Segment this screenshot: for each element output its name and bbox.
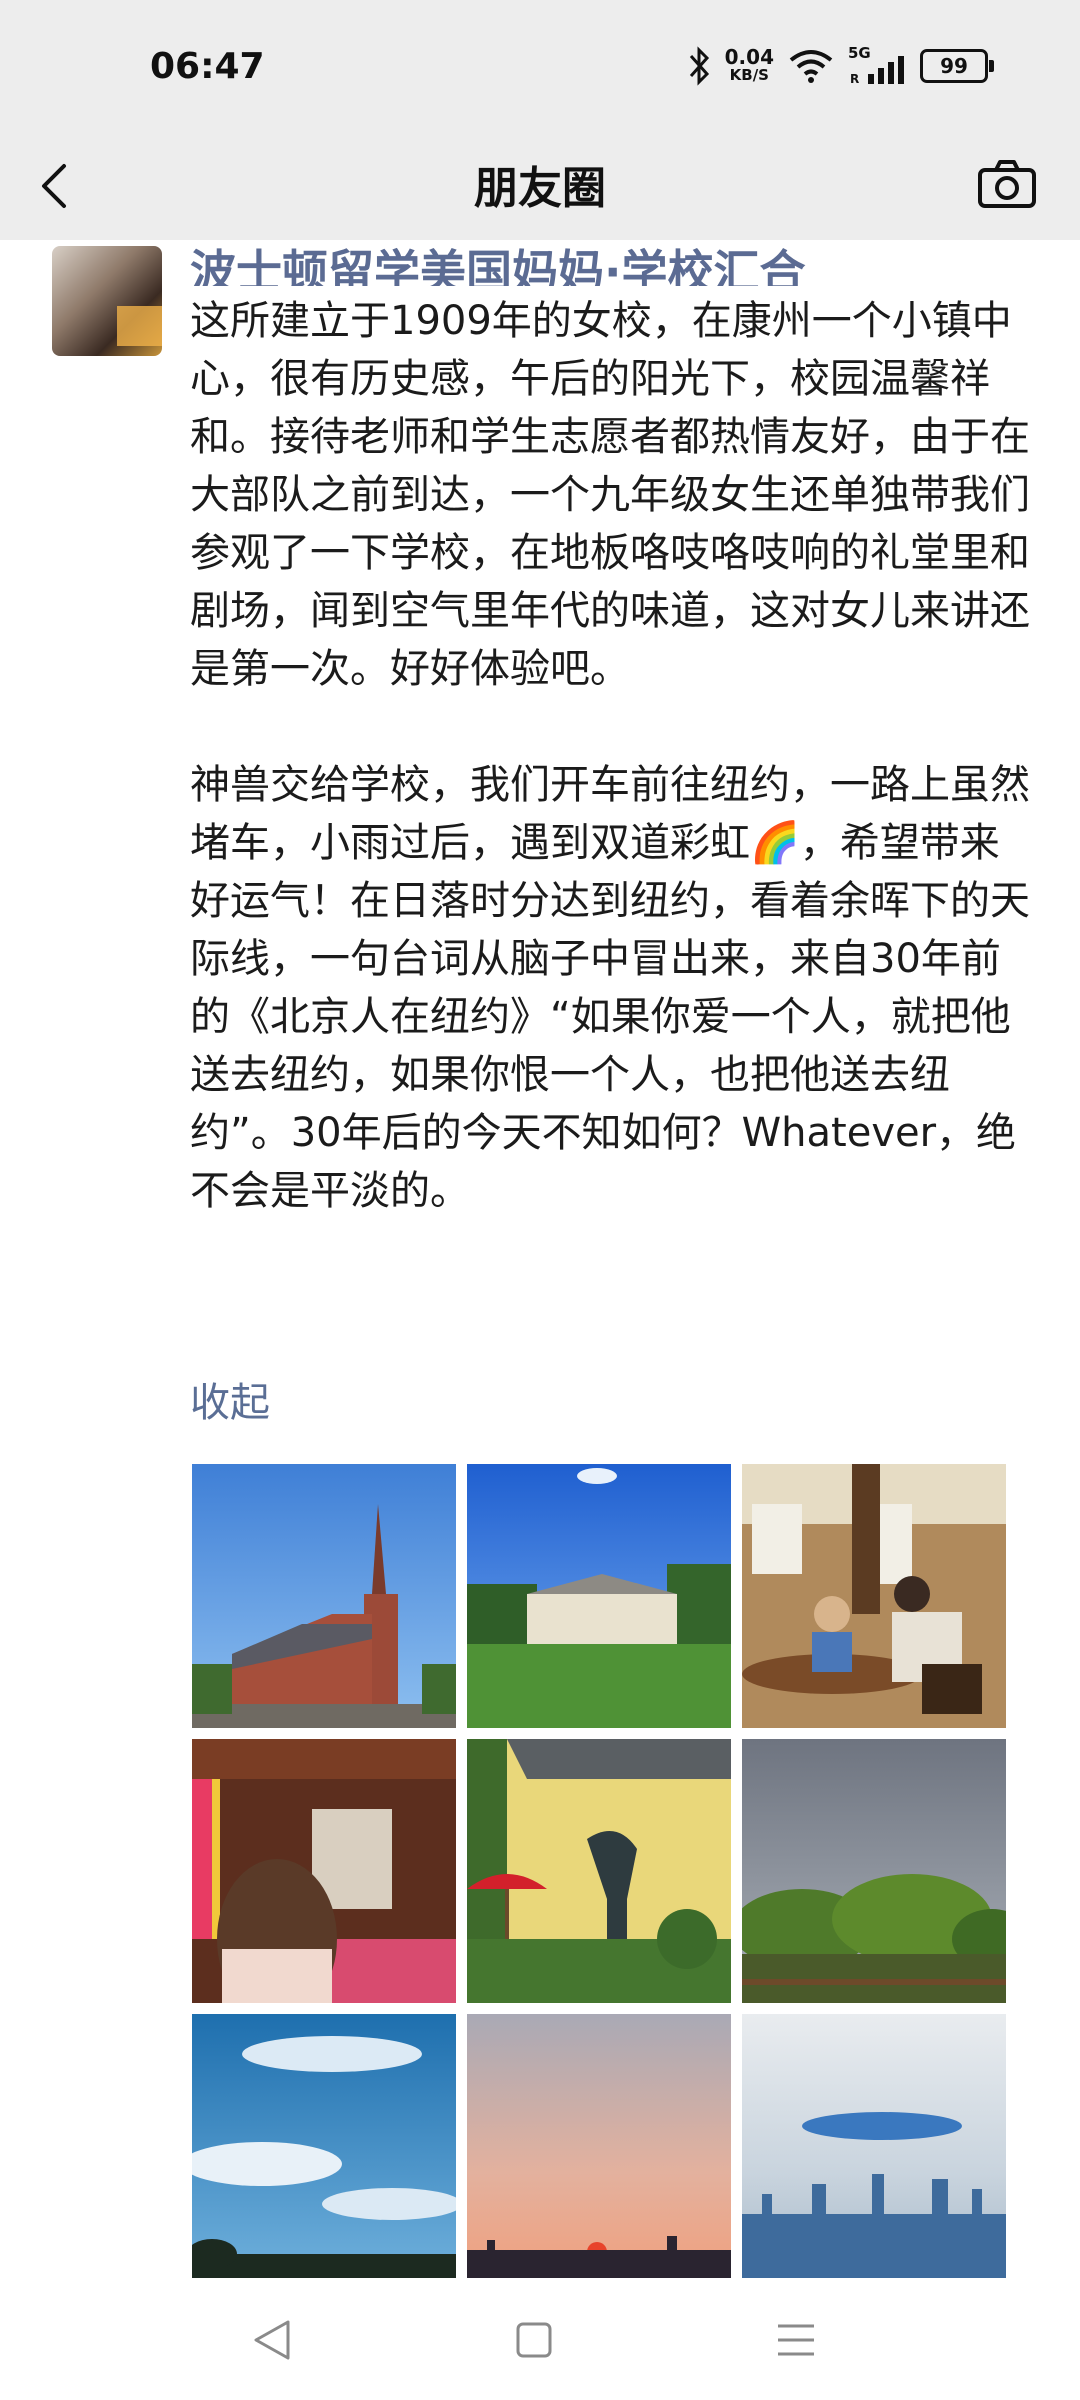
sky-clouds-photo <box>192 2014 456 2278</box>
photo-thumbnail[interactable] <box>742 1739 1006 2003</box>
photo-thumbnail[interactable] <box>192 1739 456 2003</box>
stormy-trees-photo <box>742 1739 1006 2003</box>
church-photo <box>192 1464 456 1728</box>
roaming-indicator: R <box>850 72 860 86</box>
photo-thumbnail[interactable] <box>192 1464 456 1728</box>
nav-bar: 朋友圈 <box>0 132 1080 240</box>
photo-thumbnail[interactable] <box>742 2014 1006 2278</box>
chapel-interior-photo <box>192 1739 456 2003</box>
post-text: 这所建立于1909年的女校，在康州一个小镇中心，很有历史感，午后的阳光下，校园温… <box>190 298 1030 1214</box>
network-speed-value: 0.04 <box>724 45 774 69</box>
collapse-link[interactable]: 收起 <box>190 1370 270 1428</box>
city-skyline-photo <box>742 2014 1006 2278</box>
system-menu-icon[interactable] <box>766 2310 826 2370</box>
sunset-photo <box>467 2014 731 2278</box>
status-icons: 0.04 KB/S 5G R 99 <box>687 44 994 86</box>
dining-hall-photo <box>742 1464 1006 1728</box>
system-navigation-bar <box>0 2280 1080 2400</box>
status-time: 06:47 <box>150 46 265 87</box>
author-name[interactable]: 波士顿留学美国妈妈·学校汇合 <box>190 236 830 286</box>
bluetooth-icon <box>689 46 709 86</box>
system-back-icon[interactable] <box>242 2310 302 2370</box>
network-speed: 0.04 KB/S <box>724 45 774 84</box>
system-home-icon[interactable] <box>504 2310 564 2370</box>
photo-thumbnail[interactable] <box>467 1464 731 1728</box>
garden-statue-photo <box>467 1739 731 2003</box>
battery-level: 99 <box>940 54 968 78</box>
signal-icon: 5G R <box>848 44 906 86</box>
camera-icon[interactable] <box>976 156 1038 212</box>
status-bar: 06:47 0.04 KB/S 5G R 99 <box>0 0 1080 132</box>
photo-thumbnail[interactable] <box>467 2014 731 2278</box>
avatar[interactable] <box>52 246 162 356</box>
campus-lawn-photo <box>467 1464 731 1728</box>
wifi-icon <box>789 50 833 83</box>
network-speed-unit: KB/S <box>729 66 769 84</box>
photo-thumbnail[interactable] <box>467 1739 731 2003</box>
photo-thumbnail[interactable] <box>192 2014 456 2278</box>
photo-thumbnail[interactable] <box>742 1464 1006 1728</box>
page-title: 朋友圈 <box>474 163 606 214</box>
photo-grid <box>192 1464 1006 2278</box>
battery-icon: 99 <box>920 49 994 83</box>
